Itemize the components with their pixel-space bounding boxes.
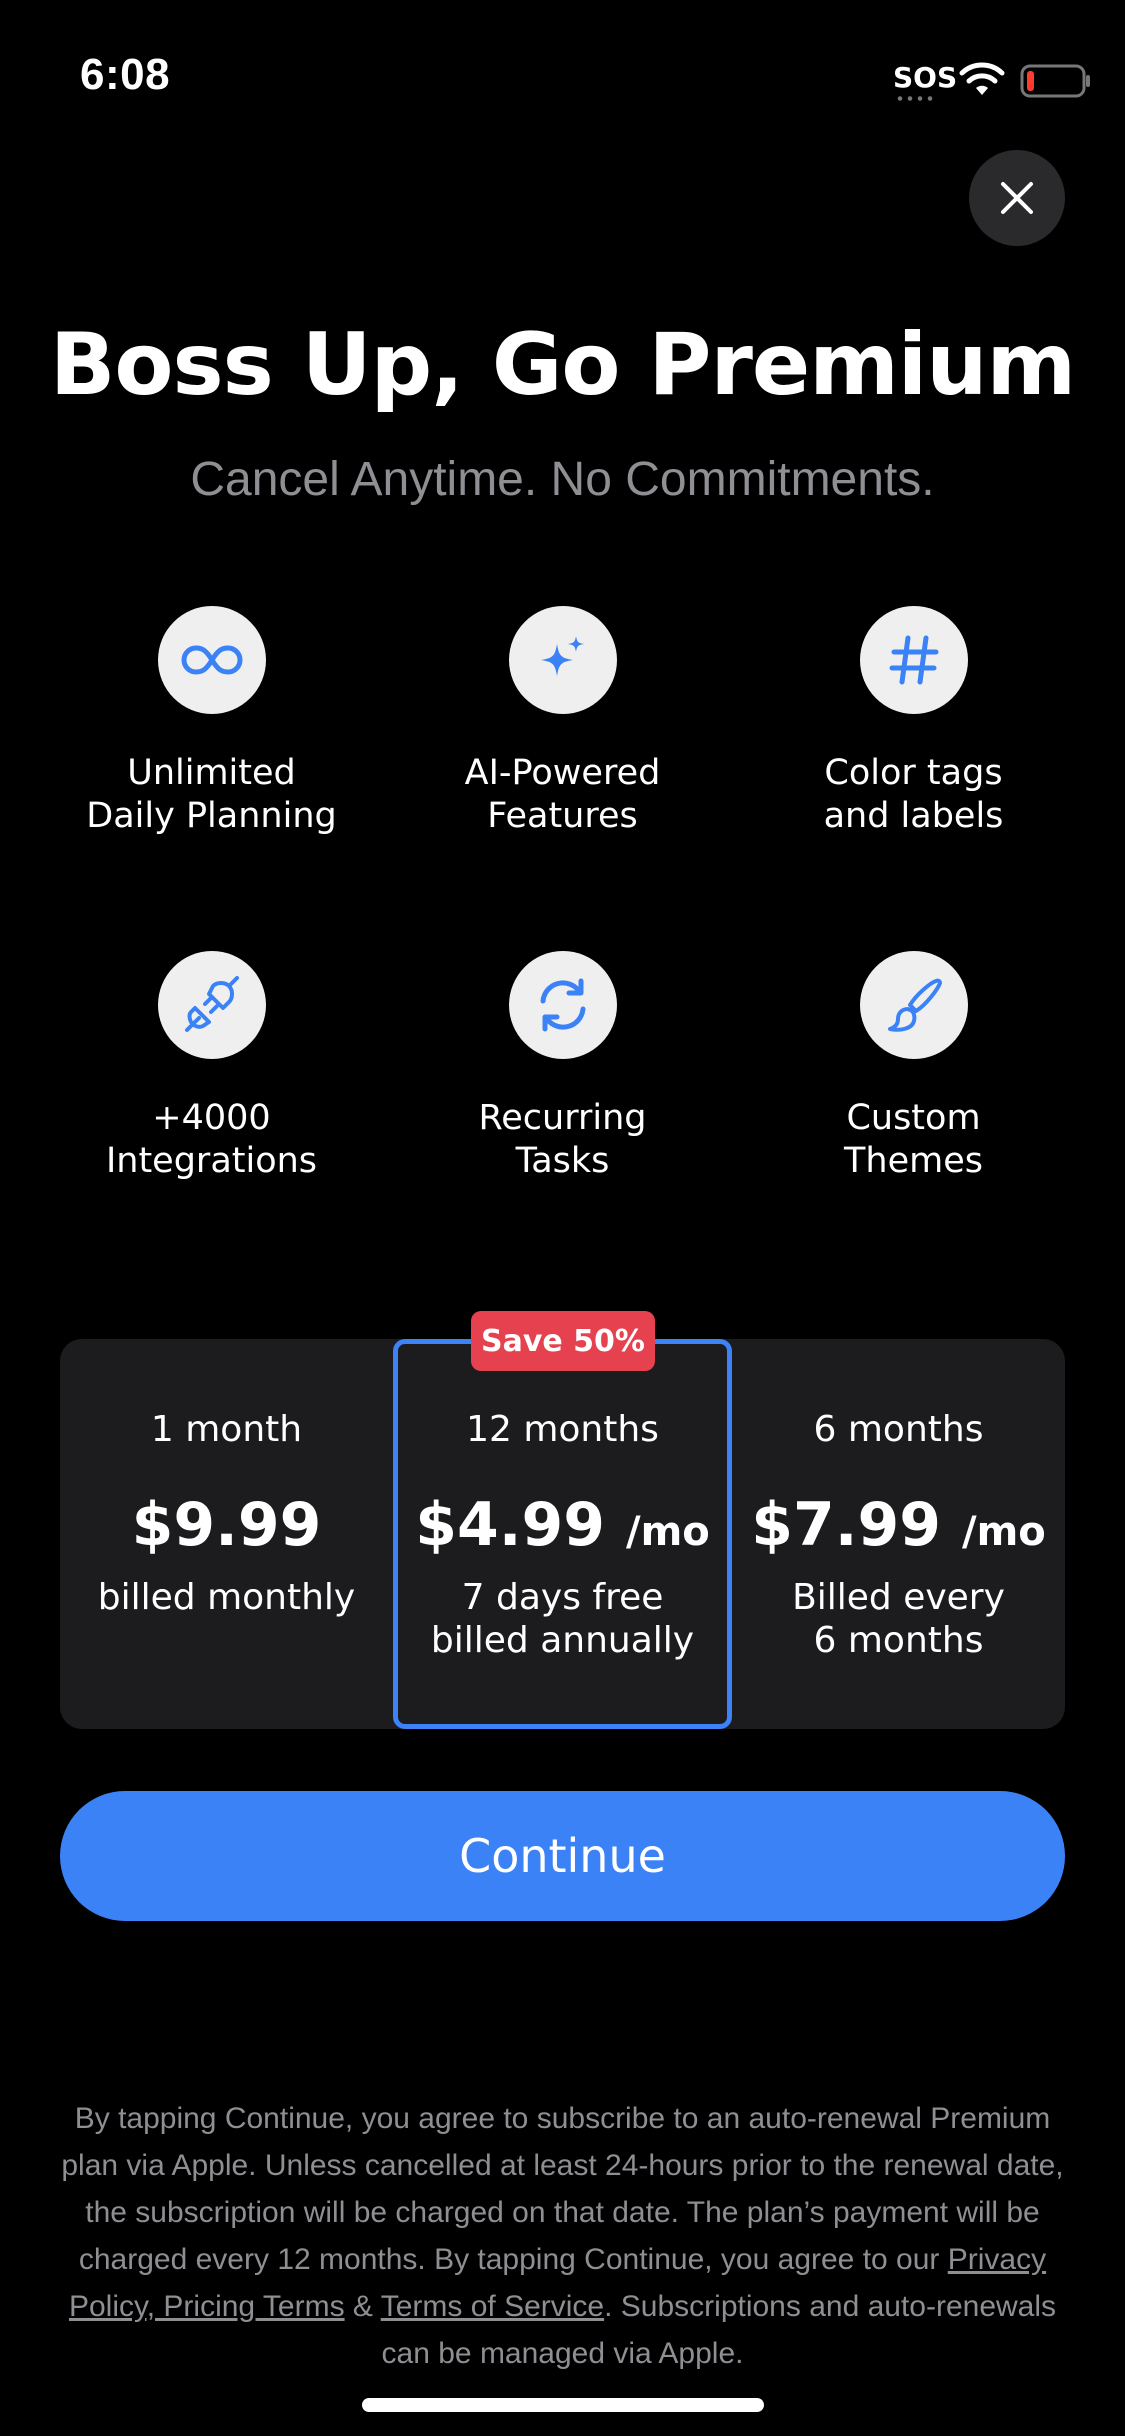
- plan-note: billed monthly: [97, 1577, 356, 1618]
- sparkles-icon: [540, 636, 584, 676]
- status-time: 6:08: [80, 50, 171, 99]
- continue-button[interactable]: Continue: [60, 1791, 1065, 1921]
- page-title: Boss Up, Go Premium: [49, 315, 1076, 415]
- feature-integrations: +4000 Integrations: [36, 951, 387, 1183]
- close-button[interactable]: [969, 150, 1065, 246]
- plan-duration: 1 month: [150, 1409, 303, 1450]
- plan-option-six-months[interactable]: 6 months $7.99 /mo Billed every 6 months: [732, 1339, 1065, 1729]
- signal-dots-icon: [895, 96, 937, 101]
- feature-icon-circle: [508, 606, 617, 714]
- plan-note: Billed every 6 months: [792, 1577, 1005, 1661]
- feature-label: Color tags and labels: [823, 753, 1004, 836]
- plan-option-monthly[interactable]: 1 month $9.99 billed monthly: [60, 1339, 393, 1729]
- feature-icon-circle: [157, 606, 266, 714]
- page-subtitle: Cancel Anytime. No Commitments.: [190, 453, 935, 506]
- paintbrush-icon: [887, 978, 942, 1032]
- feature-label: Unlimited Daily Planning: [86, 753, 337, 836]
- terms-of-service-link[interactable]: Terms of Service: [381, 2290, 604, 2323]
- feature-label: Recurring Tasks: [478, 1098, 647, 1181]
- plan-duration: 6 months: [813, 1409, 984, 1450]
- plan-duration: 12 months: [466, 1409, 659, 1450]
- feature-icon-circle: [157, 951, 266, 1059]
- feature-label: +4000 Integrations: [105, 1098, 318, 1181]
- feature-recurring-tasks: Recurring Tasks: [387, 951, 738, 1183]
- save-badge: Save 50%: [471, 1311, 655, 1371]
- feature-ai-powered: AI-Powered Features: [387, 606, 738, 838]
- plan-price: $4.99 /mo: [415, 1490, 710, 1560]
- feature-label: AI-Powered Features: [464, 753, 661, 836]
- plan-price: $7.99 /mo: [751, 1490, 1046, 1560]
- feature-icon-circle: [859, 606, 968, 714]
- legal-text: By tapping Continue, you agree to subscr…: [61, 2102, 1064, 2370]
- refresh-icon: [540, 978, 585, 1032]
- plan-option-annual[interactable]: 12 months $4.99 /mo 7 days free billed a…: [393, 1339, 732, 1729]
- battery-icon: [1020, 64, 1090, 98]
- plug-icon: [184, 976, 239, 1032]
- home-indicator: [362, 2398, 764, 2412]
- feature-color-tags: Color tags and labels: [738, 606, 1089, 838]
- plan-note: 7 days free billed annually: [430, 1577, 695, 1661]
- hashtag-icon: [889, 635, 938, 685]
- wifi-icon: [959, 62, 1005, 95]
- feature-icon-circle: [859, 951, 968, 1059]
- feature-custom-themes: Custom Themes: [738, 951, 1089, 1183]
- feature-icon-circle: [508, 951, 617, 1059]
- close-icon: [1001, 182, 1033, 214]
- infinity-icon: [181, 645, 242, 675]
- plan-price: $9.99: [131, 1490, 322, 1560]
- feature-label: Custom Themes: [844, 1098, 983, 1181]
- feature-unlimited-planning: Unlimited Daily Planning: [36, 606, 387, 838]
- sos-indicator: SOS: [893, 61, 958, 94]
